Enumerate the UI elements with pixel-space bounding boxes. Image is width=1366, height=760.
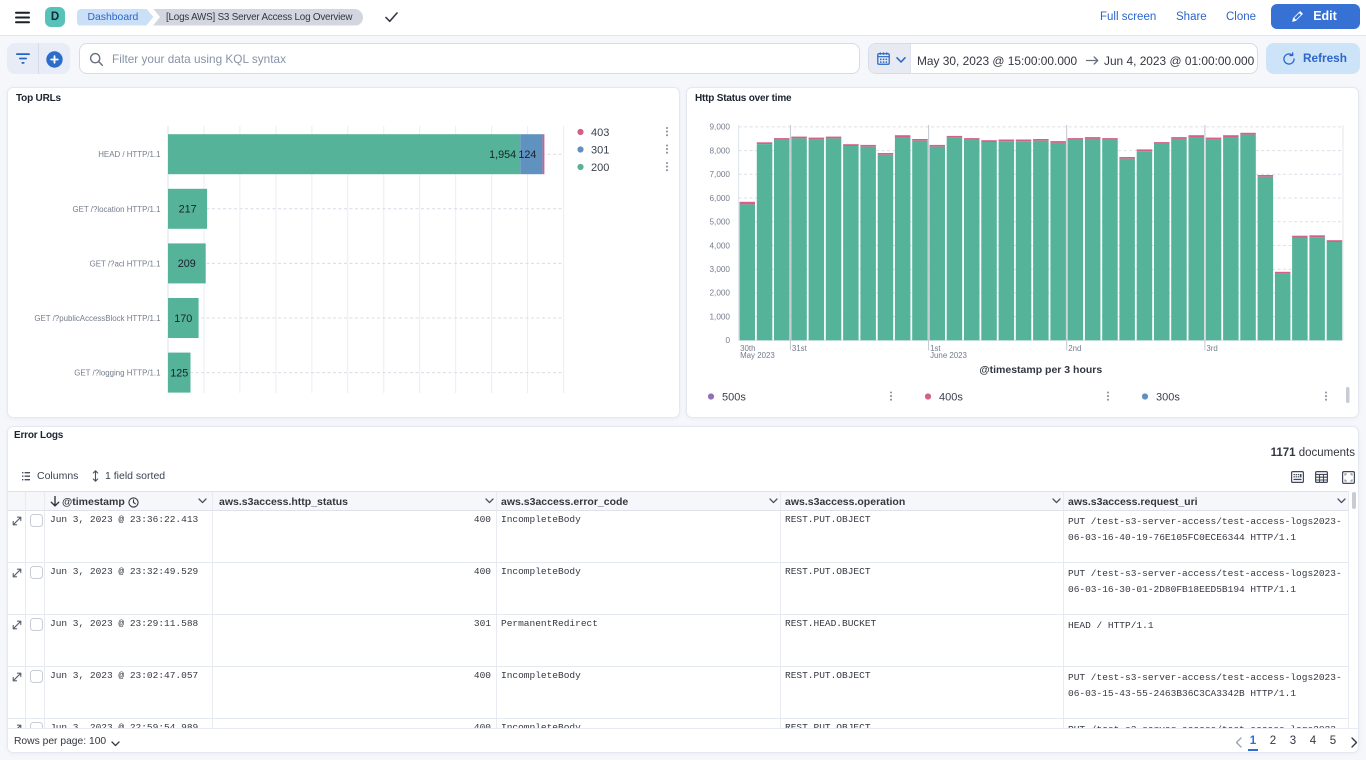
svg-text:GET /?publicAccessBlock HTTP/1: GET /?publicAccessBlock HTTP/1.1 (34, 314, 160, 323)
svg-text:300s: 300s (1156, 391, 1180, 403)
svg-text:200: 200 (591, 162, 609, 174)
svg-text:400s: 400s (939, 391, 963, 403)
svg-text:31st: 31st (792, 344, 808, 353)
svg-text:301: 301 (591, 144, 609, 156)
svg-text:June 2023: June 2023 (930, 351, 967, 360)
svg-text:2,000: 2,000 (710, 289, 731, 298)
svg-text:403: 403 (591, 127, 609, 139)
svg-text:HEAD / HTTP/1.1: HEAD / HTTP/1.1 (98, 150, 160, 159)
svg-text:209: 209 (178, 258, 196, 270)
svg-text:7,000: 7,000 (710, 170, 731, 179)
svg-text:5,000: 5,000 (710, 218, 731, 227)
svg-text:0: 0 (725, 336, 730, 345)
svg-text:217: 217 (179, 204, 197, 216)
svg-text:3rd: 3rd (1206, 344, 1217, 353)
svg-text:170: 170 (174, 313, 192, 325)
svg-text:9,000: 9,000 (710, 123, 731, 132)
svg-text:4,000: 4,000 (710, 241, 731, 250)
svg-text:8,000: 8,000 (710, 146, 731, 155)
svg-text:GET /?location HTTP/1.1: GET /?location HTTP/1.1 (72, 205, 160, 214)
svg-text:124: 124 (518, 149, 536, 161)
svg-text:May 2023: May 2023 (740, 351, 775, 360)
svg-text:500s: 500s (722, 391, 746, 403)
svg-text:1,954: 1,954 (489, 149, 516, 161)
svg-text:1,000: 1,000 (710, 312, 731, 321)
svg-text:2nd: 2nd (1068, 344, 1081, 353)
svg-text:125: 125 (170, 367, 188, 379)
svg-text:@timestamp per 3 hours: @timestamp per 3 hours (979, 364, 1102, 376)
svg-text:GET /?acl HTTP/1.1: GET /?acl HTTP/1.1 (90, 259, 161, 268)
svg-text:GET /?logging HTTP/1.1: GET /?logging HTTP/1.1 (74, 369, 160, 378)
svg-text:6,000: 6,000 (710, 194, 731, 203)
svg-text:3,000: 3,000 (710, 265, 731, 274)
